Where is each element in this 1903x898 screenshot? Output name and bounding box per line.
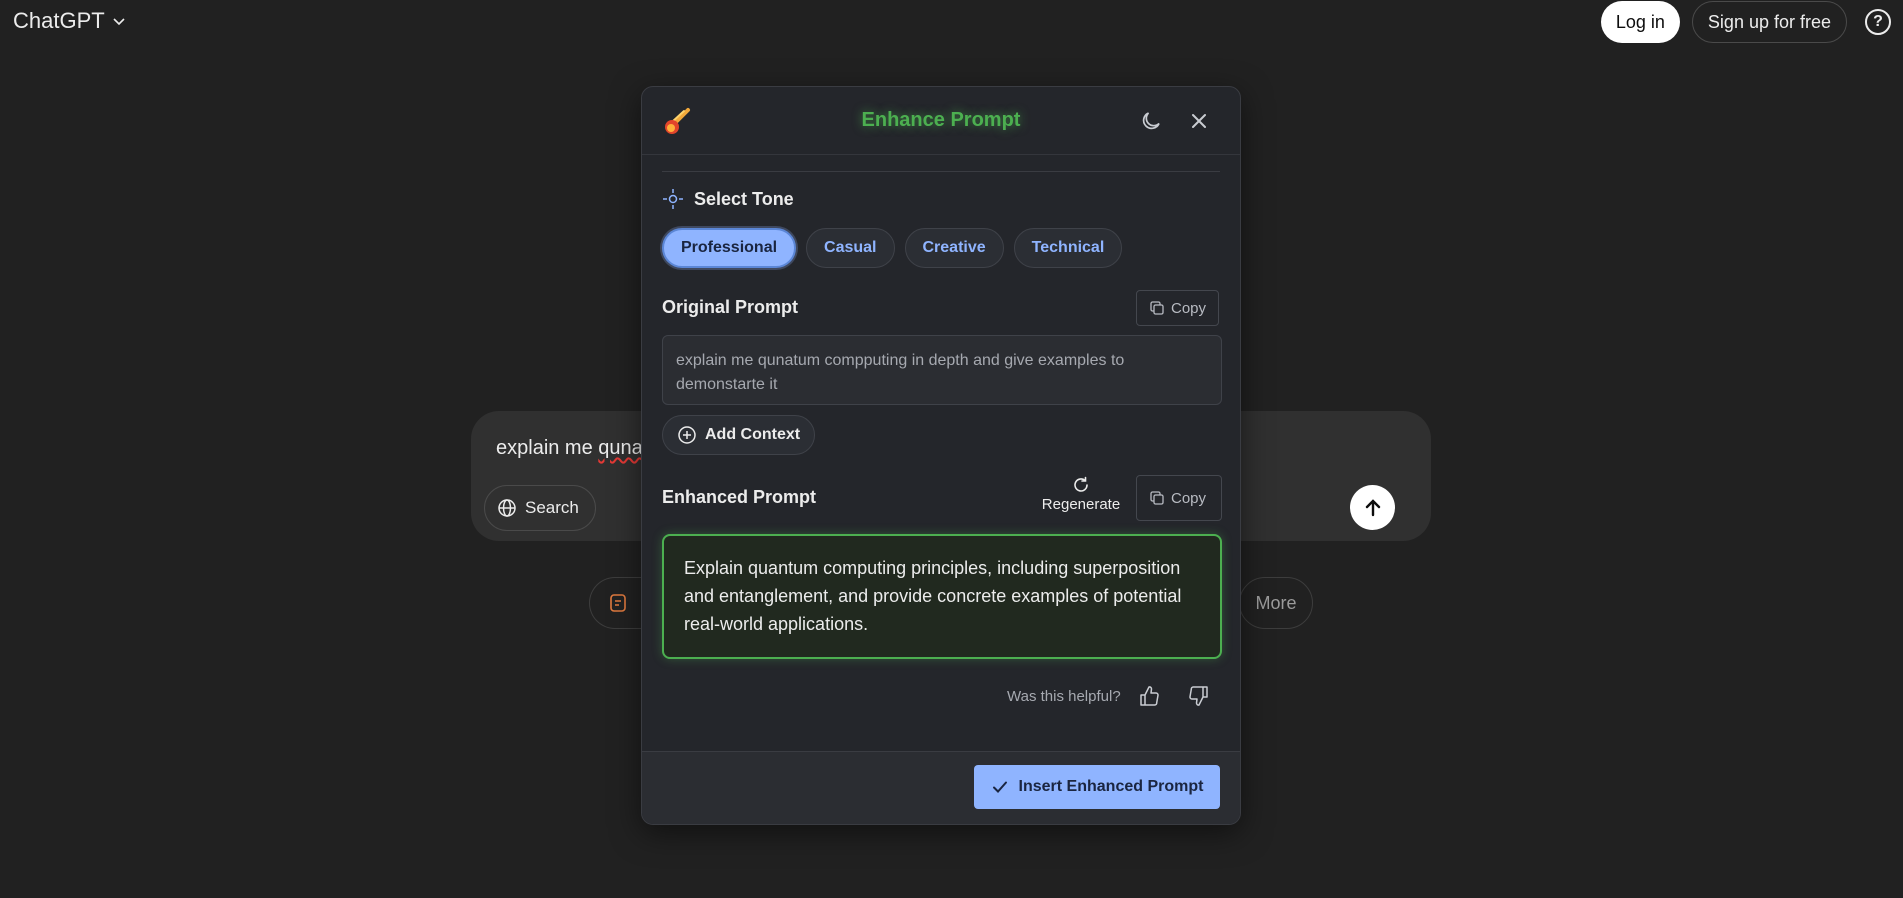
- add-context-label: Add Context: [705, 426, 801, 443]
- copy-icon: [1150, 491, 1164, 505]
- copy-enhanced-button[interactable]: Copy: [1136, 475, 1222, 521]
- search-button[interactable]: Search: [484, 485, 596, 531]
- modal-header: Enhance Prompt: [642, 87, 1240, 155]
- tone-selector: Professional Casual Creative Technical: [662, 228, 1123, 268]
- divider: [662, 171, 1220, 172]
- arrow-up-icon: [1365, 498, 1380, 516]
- enhance-prompt-modal: Enhance Prompt Select Tone Professional …: [641, 86, 1241, 825]
- help-icon[interactable]: ?: [1865, 9, 1891, 35]
- tone-section-label: Select Tone: [694, 188, 794, 209]
- feedback-label: Was this helpful?: [1007, 688, 1121, 705]
- signup-button[interactable]: Sign up for free: [1691, 1, 1847, 43]
- app-title: ChatGPT: [13, 8, 105, 33]
- tone-professional[interactable]: Professional: [662, 228, 797, 268]
- original-prompt-text[interactable]: explain me qunatum compputing in depth a…: [662, 335, 1222, 405]
- chevron-down-icon: [113, 18, 125, 26]
- insert-enhanced-prompt-button[interactable]: Insert Enhanced Prompt: [974, 765, 1220, 809]
- plus-circle-icon: [678, 426, 696, 444]
- suggestion-chip[interactable]: [589, 577, 649, 629]
- summarize-icon: [610, 594, 626, 612]
- regenerate-button[interactable]: Regenerate: [1041, 476, 1121, 513]
- copy-icon: [1150, 301, 1164, 315]
- regenerate-label: Regenerate: [1041, 496, 1121, 513]
- auth-buttons: Log in Sign up for free ?: [1600, 0, 1891, 44]
- refresh-icon: [1074, 476, 1088, 492]
- copy-original-button[interactable]: Copy: [1136, 290, 1220, 326]
- more-suggestions-button[interactable]: More: [1239, 577, 1313, 629]
- insert-label: Insert Enhanced Prompt: [1018, 778, 1204, 795]
- composer-text-misspelled: quna: [598, 437, 643, 459]
- composer-text: explain me: [496, 437, 599, 459]
- tone-technical[interactable]: Technical: [1013, 228, 1123, 268]
- send-button[interactable]: [1350, 485, 1395, 530]
- globe-icon: [498, 499, 516, 517]
- tone-creative[interactable]: Creative: [904, 228, 1004, 268]
- copy-label: Copy: [1171, 299, 1207, 317]
- tone-casual[interactable]: Casual: [806, 228, 895, 268]
- original-prompt-label: Original Prompt: [662, 297, 799, 317]
- model-selector[interactable]: ChatGPT: [13, 8, 127, 34]
- moon-icon[interactable]: [1139, 109, 1163, 133]
- modal-footer: Insert Enhanced Prompt: [642, 751, 1240, 824]
- close-icon[interactable]: [1188, 110, 1210, 132]
- enhanced-prompt-text[interactable]: Explain quantum computing principles, in…: [662, 534, 1222, 659]
- add-context-button[interactable]: Add Context: [662, 415, 816, 455]
- enhanced-prompt-label: Enhanced Prompt: [662, 487, 817, 507]
- thumbs-up-icon[interactable]: [1138, 685, 1160, 707]
- composer-input[interactable]: explain me quna: [496, 437, 643, 460]
- copy-label: Copy: [1171, 489, 1207, 507]
- thumbs-down-icon[interactable]: [1188, 685, 1210, 707]
- target-icon: [663, 189, 683, 209]
- login-button[interactable]: Log in: [1600, 1, 1680, 43]
- tone-section-header: Select Tone: [662, 188, 794, 210]
- search-button-label: Search: [525, 498, 579, 517]
- check-icon: [992, 781, 1007, 793]
